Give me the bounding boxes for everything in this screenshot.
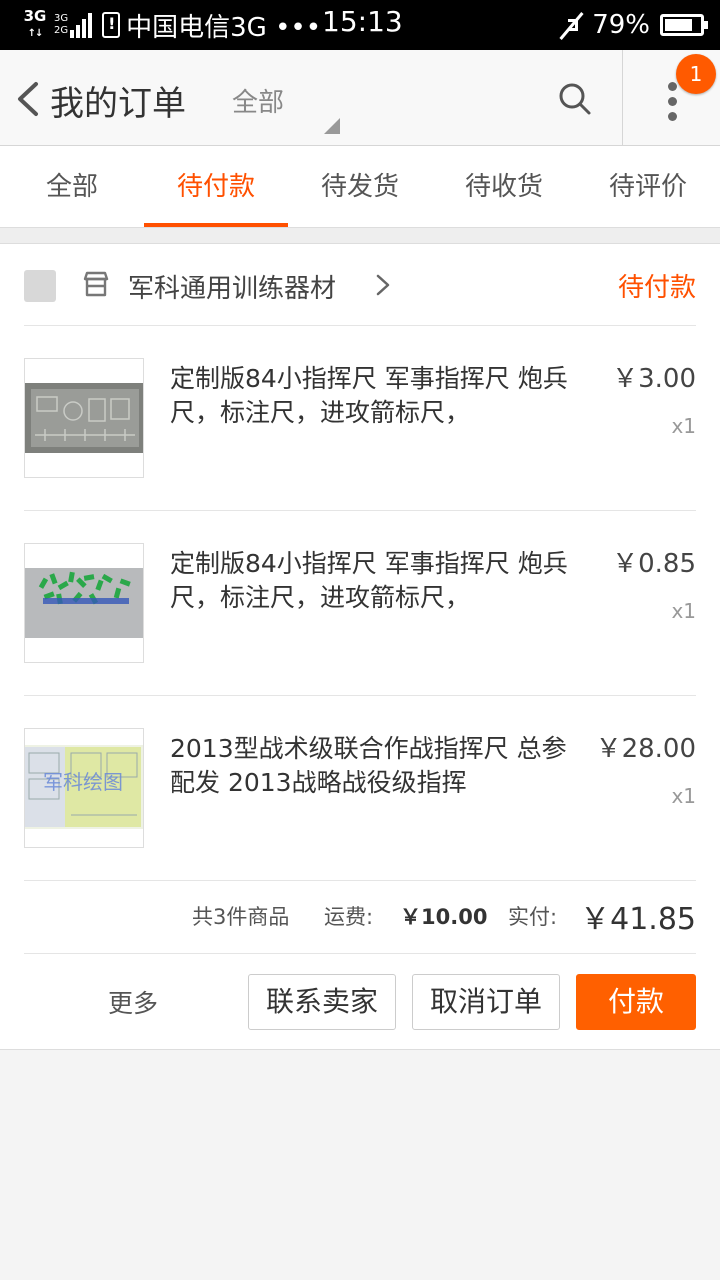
app-bar: 我的订单 全部 1 <box>0 50 720 146</box>
order-item[interactable]: 定制版84小指挥尺 军事指挥尺 炮兵尺，标注尺，进攻箭标尺， ￥3.00 x1 <box>24 326 696 511</box>
status-time: 15:13 <box>322 5 403 38</box>
network-3g-indicator: 3G ↑↓ <box>20 9 50 41</box>
item-quantity: x1 <box>671 414 696 438</box>
ruler-image[interactable] <box>24 358 144 478</box>
notification-badge: 1 <box>676 54 716 94</box>
order-item[interactable]: 军科绘图 2013型战术级联合作战指挥尺 总参配发 2013战略战役级指挥 ￥2… <box>24 696 696 881</box>
item-price: ￥3.00 <box>612 364 696 394</box>
status-left: 3G ↑↓ 3G 2G 中国电信3G ••• <box>20 8 322 43</box>
chevron-right-icon[interactable] <box>376 274 390 296</box>
status-bar: 3G ↑↓ 3G 2G 中国电信3G ••• 15:13 79% <box>0 0 720 50</box>
order-actions: 更多 联系卖家 取消订单 付款 <box>0 954 720 1050</box>
watermark-text: 军科绘图 <box>43 770 123 794</box>
more-menu-icon[interactable] <box>666 82 678 122</box>
order-status-label: 待付款 <box>617 273 696 303</box>
item-quantity: x1 <box>671 599 696 623</box>
pay-button[interactable]: 付款 <box>576 974 696 1030</box>
paid-value: ￥41.85 <box>580 902 696 937</box>
green-markers-image[interactable] <box>24 543 144 663</box>
item-price: ￥0.85 <box>612 549 696 579</box>
order-status-tabs: 全部 待付款 待发货 待收货 待评价 <box>0 146 720 228</box>
signal-strength-icon <box>70 12 94 38</box>
search-icon[interactable] <box>558 82 592 116</box>
tab-4[interactable]: 待评价 <box>576 146 720 227</box>
tab-2[interactable]: 待发货 <box>288 146 432 227</box>
network-dual-indicator: 3G 2G <box>54 13 68 37</box>
item-price: ￥28.00 <box>595 734 696 764</box>
network-type-3g: 3G <box>54 13 69 24</box>
back-arrow-icon[interactable] <box>14 81 46 117</box>
item-count: 共3件商品 <box>192 905 290 929</box>
network-type-label: 3G <box>23 7 47 25</box>
tab-1[interactable]: 待付款 <box>144 146 288 227</box>
item-title[interactable]: 2013型战术级联合作战指挥尺 总参配发 2013战略战役级指挥 <box>170 732 580 800</box>
paid-label: 实付: <box>508 905 558 929</box>
item-title[interactable]: 定制版84小指挥尺 军事指挥尺 炮兵尺，标注尺，进攻箭标尺， <box>170 547 580 615</box>
carrier-name: 中国电信3G ••• <box>126 12 322 43</box>
shop-header[interactable]: 军科通用训练器材 待付款 <box>24 244 696 326</box>
order-card: 军科通用训练器材 待付款 定制版84小指挥尺 军事指挥尺 炮兵尺，标注尺，进攻箭… <box>0 244 720 1050</box>
cancel-order-button[interactable]: 取消订单 <box>412 974 560 1030</box>
tab-0[interactable]: 全部 <box>0 146 144 227</box>
more-button[interactable]: 更多 <box>108 984 158 1020</box>
battery-percent: 79% <box>592 10 650 40</box>
order-filter-dropdown[interactable]: 全部 <box>232 82 284 119</box>
sim-alert-icon <box>102 12 121 38</box>
mute-icon <box>558 11 586 40</box>
network-type-2g: 2G <box>54 25 69 36</box>
status-right: 79% <box>558 8 708 42</box>
page-title: 我的订单 <box>50 84 186 124</box>
dropdown-triangle-icon[interactable] <box>324 118 340 134</box>
tactical-ruler-image[interactable]: 军科绘图 <box>24 728 144 848</box>
order-summary: 共3件商品 运费: ￥10.00 实付: ￥41.85 <box>24 880 696 954</box>
item-title[interactable]: 定制版84小指挥尺 军事指挥尺 炮兵尺，标注尺，进攻箭标尺， <box>170 362 580 430</box>
order-checkbox[interactable] <box>24 270 56 302</box>
contact-seller-button[interactable]: 联系卖家 <box>248 974 396 1030</box>
item-quantity: x1 <box>671 784 696 808</box>
data-arrows-icon: ↑↓ <box>27 28 44 39</box>
battery-icon <box>660 14 708 36</box>
shop-name[interactable]: 军科通用训练器材 <box>128 268 336 305</box>
store-icon <box>83 271 109 297</box>
tab-3[interactable]: 待收货 <box>432 146 576 227</box>
shipping-label: 运费: <box>324 905 374 929</box>
shipping-value: ￥10.00 <box>400 905 488 929</box>
appbar-divider <box>622 50 623 146</box>
order-item[interactable]: 定制版84小指挥尺 军事指挥尺 炮兵尺，标注尺，进攻箭标尺， ￥0.85 x1 <box>24 511 696 696</box>
section-gap <box>0 228 720 244</box>
